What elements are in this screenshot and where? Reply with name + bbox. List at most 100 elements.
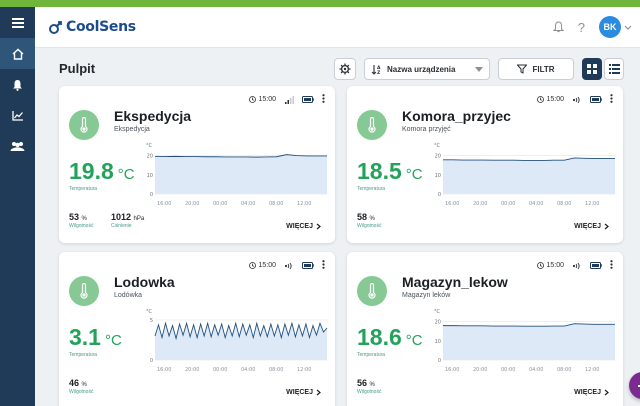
app-header: CoolSens ? BK xyxy=(35,7,640,48)
humidity-label: Wilgotność xyxy=(69,389,94,395)
top-strip xyxy=(0,0,640,7)
temperature-chart: °C 20 10 0 xyxy=(434,143,615,198)
device-description: Magazyn leków xyxy=(402,292,451,299)
more-options-button[interactable] xyxy=(322,94,325,105)
card-status-row: 15:00 xyxy=(249,260,325,271)
temperature-reading: 19.8 °C xyxy=(69,158,135,185)
logo-text: CoolSens xyxy=(66,19,136,35)
gear-icon xyxy=(339,63,351,75)
user-menu[interactable]: BK xyxy=(599,16,632,38)
humidity-stat: 53 % Wilgotność xyxy=(69,212,93,229)
sort-select[interactable]: AZ Nazwa urządzenia xyxy=(364,58,490,80)
last-update-time: 15:00 xyxy=(258,96,276,103)
x-tick-label: 16:00 xyxy=(445,201,459,207)
wifi-icon xyxy=(284,262,292,269)
temperature-chart: °C 5 0 xyxy=(146,309,328,364)
more-link[interactable]: WIĘCEJ xyxy=(286,223,321,230)
signal-icon xyxy=(285,95,294,104)
device-description: Komora przyjęć xyxy=(402,126,451,133)
clock-icon xyxy=(249,96,257,103)
chevron-right-icon xyxy=(604,223,609,230)
more-label: WIĘCEJ xyxy=(574,389,601,396)
avatar: BK xyxy=(599,16,621,38)
more-vert-icon xyxy=(610,94,613,103)
notifications-icon[interactable] xyxy=(552,21,564,33)
filter-button[interactable]: FILTR xyxy=(498,58,574,80)
x-tick-label: 20:00 xyxy=(473,201,487,207)
sidebar-item-reports[interactable] xyxy=(0,100,35,131)
x-tick-label: 16:00 xyxy=(445,367,459,373)
last-update-time: 15:00 xyxy=(546,96,564,103)
help-icon[interactable]: ? xyxy=(578,20,585,35)
humidity-reading: 53 % xyxy=(69,212,93,222)
x-tick-label: 16:00 xyxy=(157,367,171,373)
x-tick-label: 04:00 xyxy=(529,367,543,373)
clock-icon xyxy=(537,262,545,269)
wifi-icon xyxy=(572,96,580,103)
more-link[interactable]: WIĘCEJ xyxy=(286,389,321,396)
x-tick-label: 12:00 xyxy=(297,201,311,207)
device-card[interactable]: 15:00 Lodowka Lodówka 3.1 °C Temperatura °C 5 0 1… xyxy=(59,252,335,406)
page-title: Pulpit xyxy=(59,61,96,76)
pressure-value: 1012 xyxy=(111,212,132,222)
menu-button[interactable] xyxy=(0,7,35,38)
device-card[interactable]: 15:00 Magazyn_lekow Magazyn leków 18.6 °C Tem… xyxy=(347,252,623,406)
more-link[interactable]: WIĘCEJ xyxy=(574,223,609,230)
y-tick-label: 0 xyxy=(150,192,153,198)
device-card[interactable]: 15:00 Komora_przyjec Komora przyjęć 18.5 °C T… xyxy=(347,86,623,243)
device-name: Lodowka xyxy=(114,274,175,290)
bell-icon xyxy=(13,79,22,91)
grid-view-button[interactable] xyxy=(582,58,602,80)
x-tick-label: 16:00 xyxy=(157,201,171,207)
y-axis-unit: °C xyxy=(146,309,153,315)
x-tick-label: 12:00 xyxy=(585,201,599,207)
device-card[interactable]: 15:00 Ekspedycja Ekspedycja 19.8 °C Temperatu… xyxy=(59,86,335,243)
more-options-button[interactable] xyxy=(610,94,613,105)
more-label: WIĘCEJ xyxy=(286,223,313,230)
sidebar xyxy=(0,7,35,406)
humidity-label: Wilgotność xyxy=(357,389,382,395)
settings-button[interactable] xyxy=(334,58,356,80)
list-icon xyxy=(608,64,620,74)
more-vert-icon xyxy=(322,94,325,103)
y-tick-label: 10 xyxy=(435,339,441,345)
more-options-button[interactable] xyxy=(322,260,325,271)
temperature-reading: 3.1 °C xyxy=(69,324,122,351)
more-link[interactable]: WIĘCEJ xyxy=(574,389,609,396)
series-area xyxy=(443,157,615,194)
humidity-reading: 56 % xyxy=(357,378,381,388)
x-tick-label: 00:00 xyxy=(213,201,227,207)
x-axis: 16:00 20:00 00:00 04:00 08:00 12:00 xyxy=(445,367,599,373)
chevron-right-icon xyxy=(316,389,321,396)
x-tick-label: 04:00 xyxy=(241,367,255,373)
device-icon xyxy=(357,276,387,306)
chart-icon xyxy=(11,111,23,121)
y-axis-unit: °C xyxy=(434,309,441,315)
y-tick-label: 0 xyxy=(438,358,441,364)
sidebar-item-alerts[interactable] xyxy=(0,69,35,100)
battery-icon xyxy=(302,262,314,269)
y-tick-label: 0 xyxy=(438,192,441,198)
card-status-row: 15:00 xyxy=(537,260,613,271)
sidebar-item-home[interactable] xyxy=(0,38,35,69)
temperature-unit: °C xyxy=(405,332,423,349)
pressure-label: Ciśnienie xyxy=(111,223,132,229)
humidity-label: Wilgotność xyxy=(69,223,94,229)
sidebar-item-users[interactable] xyxy=(0,131,35,162)
chevron-down-icon xyxy=(624,25,632,30)
device-icon xyxy=(69,110,99,140)
more-options-button[interactable] xyxy=(610,260,613,271)
temperature-value: 3.1 xyxy=(69,324,101,350)
y-tick-label: 0 xyxy=(150,358,153,364)
main-area: CoolSens ? BK Pulpit AZ Nazwa urządzenia… xyxy=(35,7,640,406)
x-tick-label: 20:00 xyxy=(185,367,199,373)
logo-icon xyxy=(49,21,62,34)
list-view-button[interactable] xyxy=(604,58,624,80)
temperature-unit: °C xyxy=(117,166,135,183)
add-device-button[interactable] xyxy=(629,372,640,399)
toolbar: Pulpit AZ Nazwa urządzenia FILTR xyxy=(35,57,640,81)
logo: CoolSens xyxy=(49,19,136,35)
device-icon xyxy=(69,276,99,306)
humidity-unit: % xyxy=(369,382,375,388)
temperature-chart: °C 20 10 0 xyxy=(146,143,327,198)
